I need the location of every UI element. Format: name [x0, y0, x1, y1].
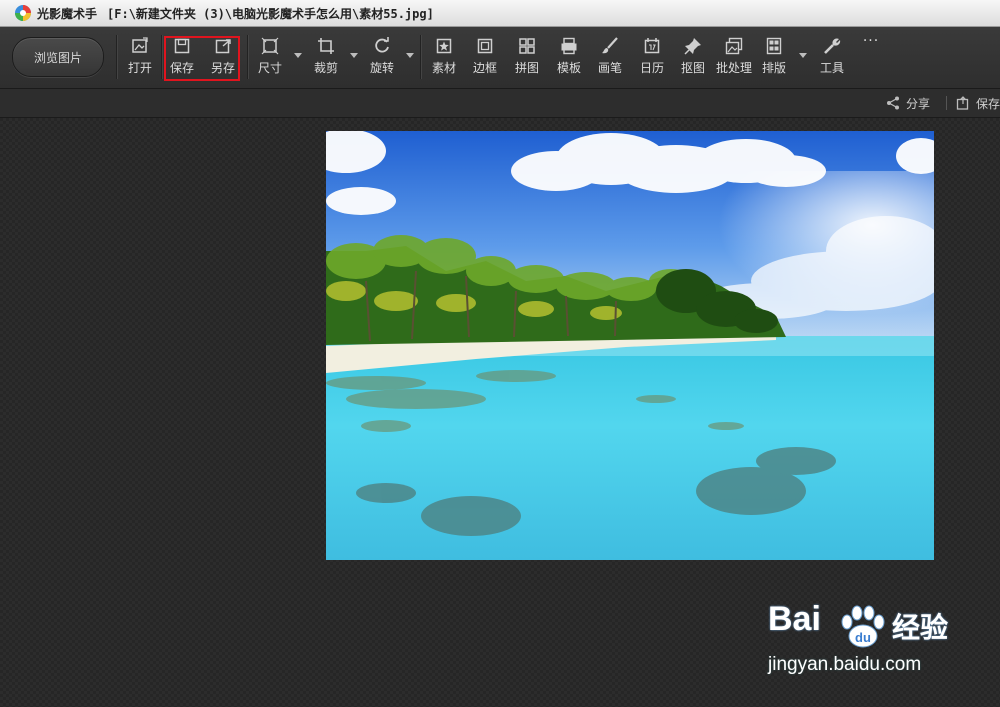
layout-dropdown-caret[interactable] [799, 53, 807, 58]
rotate-button[interactable]: 旋转 [362, 37, 402, 79]
cutout-button[interactable]: 抠图 [673, 37, 713, 79]
baidu-paw-icon: du [841, 605, 885, 648]
brush-label: 画笔 [597, 61, 622, 75]
more-button[interactable]: ··· [851, 33, 891, 75]
subbar-divider [946, 96, 947, 110]
material-label: 素材 [431, 61, 456, 75]
collage-label: 拼图 [514, 61, 539, 75]
crop-icon [318, 38, 334, 54]
app-title: 光影魔术手 [37, 6, 98, 21]
watermark-url: jingyan.baidu.com [768, 654, 922, 675]
tools-button[interactable]: 工具 [812, 37, 852, 79]
calendar-label: 日历 [639, 61, 664, 75]
batch-icon [725, 37, 743, 55]
rotate-label: 旋转 [369, 61, 394, 75]
save-highlight-box [164, 36, 240, 81]
save-small-button[interactable]: 保存 [956, 94, 1000, 112]
watermark-brand: Bai [768, 600, 821, 638]
crop-button[interactable]: 裁剪 [306, 37, 346, 79]
toolbar-divider [116, 35, 117, 79]
baidu-watermark: Bai du 经验 jingyan.baidu.com [766, 600, 996, 690]
rotate-icon [375, 37, 389, 53]
tools-label: 工具 [819, 61, 844, 75]
beach-photo-image [326, 131, 934, 560]
template-button[interactable]: 模板 [549, 37, 589, 79]
batch-button[interactable]: 批处理 [714, 37, 754, 79]
collage-icon [519, 38, 535, 54]
material-icon [436, 38, 452, 54]
more-icon: ··· [862, 33, 880, 49]
app-logo-icon [15, 5, 31, 21]
batch-label: 批处理 [715, 61, 752, 75]
crop-label: 裁剪 [313, 61, 338, 75]
layout-icon [766, 37, 782, 55]
brush-button[interactable]: 画笔 [590, 37, 630, 79]
layout-button[interactable]: 排版 [754, 37, 794, 79]
size-dropdown-caret[interactable] [294, 53, 302, 58]
border-label: 边框 [472, 61, 497, 75]
open-label: 打开 [127, 61, 152, 75]
watermark-brand-cn: 经验 [892, 611, 949, 644]
material-button[interactable]: 素材 [424, 37, 464, 79]
file-path: [F:\新建文件夹 (3)\电脑光影魔术手怎么用\素材55.jpg] [107, 6, 434, 21]
title-bar: 光影魔术手 [F:\新建文件夹 (3)\电脑光影魔术手怎么用\素材55.jpg] [0, 0, 1000, 27]
template-icon [561, 37, 577, 55]
toolbar-divider [420, 35, 421, 79]
share-button[interactable]: 分享 [886, 94, 930, 112]
beach-photo [326, 131, 934, 560]
template-label: 模板 [556, 61, 581, 75]
size-button[interactable]: 尺寸 [250, 37, 290, 79]
main-toolbar: 浏览图片 打开 保存 另存 尺寸 裁剪 旋转 素材 边框 拼图 模板 画笔 日历… [0, 27, 1000, 101]
open-button[interactable]: 打开 [120, 37, 160, 79]
cutout-label: 抠图 [680, 61, 705, 75]
size-label: 尺寸 [257, 61, 282, 75]
calendar-button[interactable]: 日历 [632, 37, 672, 79]
open-icon [132, 37, 148, 53]
save-small-icon [956, 96, 969, 110]
brush-icon [602, 37, 618, 54]
browse-images-button[interactable]: 浏览图片 [12, 37, 104, 77]
tools-icon [824, 38, 841, 54]
size-icon [261, 37, 279, 55]
save-small-label: 保存 [976, 96, 1000, 111]
calendar-icon [644, 38, 660, 54]
border-icon [477, 38, 493, 54]
share-icon [887, 96, 899, 110]
border-button[interactable]: 边框 [465, 37, 505, 79]
svg-text:du: du [855, 630, 871, 645]
layout-label: 排版 [761, 61, 786, 75]
share-label: 分享 [906, 96, 931, 111]
crop-dropdown-caret[interactable] [350, 53, 358, 58]
rotate-dropdown-caret[interactable] [406, 53, 414, 58]
secondary-bar: 分享 保存 [0, 89, 1000, 118]
toolbar-divider [247, 35, 248, 79]
collage-button[interactable]: 拼图 [507, 37, 547, 79]
cutout-icon [684, 38, 701, 55]
